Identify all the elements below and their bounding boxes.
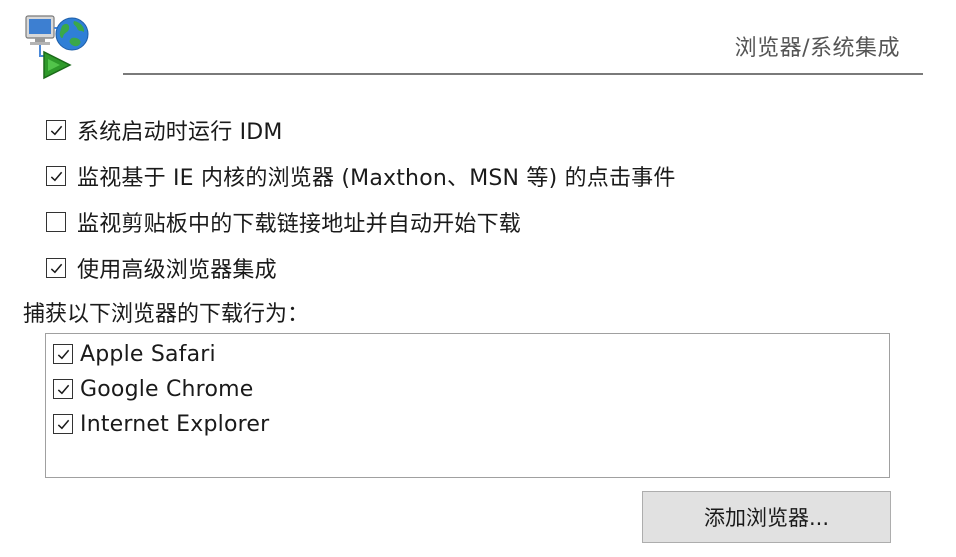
title-divider <box>123 73 923 75</box>
checkmark-icon <box>57 349 69 359</box>
checkmark-icon <box>50 171 62 181</box>
checkbox[interactable] <box>53 379 73 399</box>
page-title: 浏览器/系统集成 <box>734 36 900 61</box>
checkmark-icon <box>50 263 62 273</box>
option-monitor-clipboard[interactable]: 监视剪贴板中的下载链接地址并自动开始下载 <box>46 206 521 238</box>
capture-browsers-label: 捕获以下浏览器的下载行为： <box>23 302 310 327</box>
checkbox[interactable] <box>46 212 66 232</box>
checkbox[interactable] <box>53 344 73 364</box>
browser-item-chrome[interactable]: Google Chrome <box>53 373 253 405</box>
option-monitor-ie-clicks[interactable]: 监视基于 IE 内核的浏览器 (Maxthon、MSN 等) 的点击事件 <box>46 160 676 192</box>
option-label: 使用高级浏览器集成 <box>77 258 277 283</box>
browser-item-label: Internet Explorer <box>80 411 270 437</box>
idm-browser-integration-icon <box>22 12 90 80</box>
browser-item-label: Google Chrome <box>80 376 254 402</box>
checkbox[interactable] <box>46 120 66 140</box>
browser-item-label: Apple Safari <box>80 341 216 367</box>
option-run-on-startup[interactable]: 系统启动时运行 IDM <box>46 114 283 146</box>
option-label: 系统启动时运行 IDM <box>77 120 283 145</box>
checkmark-icon <box>50 125 62 135</box>
browser-list[interactable]: Apple Safari Google Chrome Internet Expl… <box>45 333 890 478</box>
browser-item-safari[interactable]: Apple Safari <box>53 338 216 370</box>
option-advanced-integration[interactable]: 使用高级浏览器集成 <box>46 252 277 284</box>
browser-item-internet-explorer[interactable]: Internet Explorer <box>53 408 269 440</box>
checkmark-icon <box>57 419 69 429</box>
checkmark-icon <box>57 384 69 394</box>
option-label: 监视基于 IE 内核的浏览器 (Maxthon、MSN 等) 的点击事件 <box>77 166 676 191</box>
option-label: 监视剪贴板中的下载链接地址并自动开始下载 <box>77 212 522 237</box>
checkbox[interactable] <box>46 258 66 278</box>
checkbox[interactable] <box>46 166 66 186</box>
add-browser-button[interactable]: 添加浏览器... <box>642 491 891 543</box>
checkbox[interactable] <box>53 414 73 434</box>
